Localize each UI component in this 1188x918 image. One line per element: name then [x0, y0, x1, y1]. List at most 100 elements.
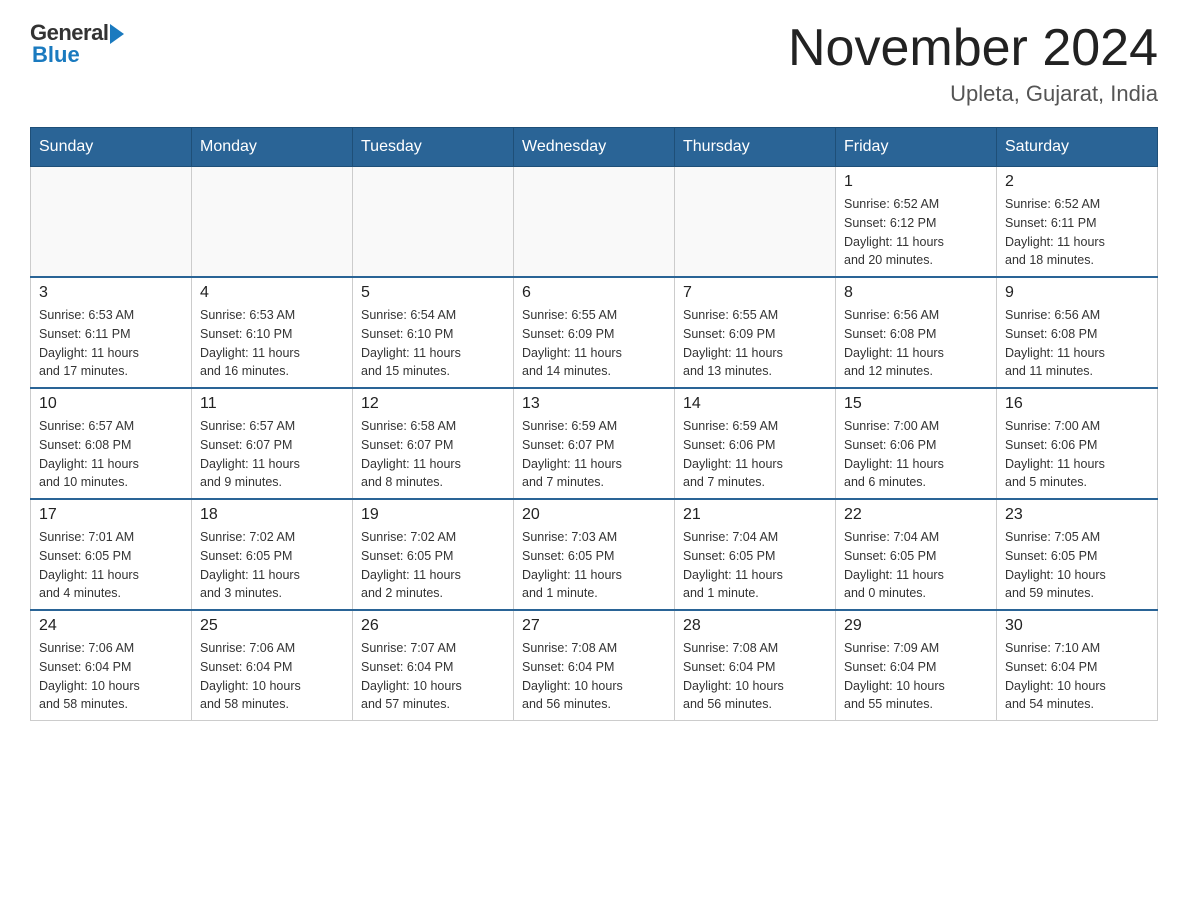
- calendar-day-cell: 1 Sunrise: 6:52 AM Sunset: 6:12 PM Daylig…: [836, 167, 997, 278]
- day-number: 17: [39, 506, 183, 524]
- calendar-day-cell: 17 Sunrise: 7:01 AM Sunset: 6:05 PM Dayli…: [31, 499, 192, 610]
- calendar-week-row: 24 Sunrise: 7:06 AM Sunset: 6:04 PM Dayli…: [31, 610, 1158, 721]
- calendar-day-cell: 29 Sunrise: 7:09 AM Sunset: 6:04 PM Dayli…: [836, 610, 997, 721]
- day-info: Sunrise: 6:53 AM Sunset: 6:11 PM Dayligh…: [39, 306, 183, 381]
- calendar-header-row: SundayMondayTuesdayWednesdayThursdayFrid…: [31, 128, 1158, 167]
- day-info: Sunrise: 6:59 AM Sunset: 6:06 PM Dayligh…: [683, 417, 827, 492]
- day-info: Sunrise: 7:06 AM Sunset: 6:04 PM Dayligh…: [39, 639, 183, 714]
- calendar-day-cell: 28Sunrise: 7:08 AM Sunset: 6:04 PM Dayli…: [675, 610, 836, 721]
- day-number: 24: [39, 617, 183, 635]
- day-number: 10: [39, 395, 183, 413]
- logo: General Blue: [30, 20, 124, 68]
- calendar-day-cell: 25 Sunrise: 7:06 AM Sunset: 6:04 PM Dayli…: [192, 610, 353, 721]
- day-info: Sunrise: 7:10 AM Sunset: 6:04 PM Dayligh…: [1005, 639, 1149, 714]
- day-info: Sunrise: 6:56 AM Sunset: 6:08 PM Dayligh…: [844, 306, 988, 381]
- calendar-day-cell: 30 Sunrise: 7:10 AM Sunset: 6:04 PM Dayli…: [997, 610, 1158, 721]
- calendar-day-cell: 10 Sunrise: 6:57 AM Sunset: 6:08 PM Dayli…: [31, 388, 192, 499]
- day-number: 5: [361, 284, 505, 302]
- day-number: 27: [522, 617, 666, 635]
- calendar-day-cell: 5Sunrise: 6:54 AM Sunset: 6:10 PM Daylig…: [353, 277, 514, 388]
- calendar-day-cell: 9 Sunrise: 6:56 AM Sunset: 6:08 PM Daylig…: [997, 277, 1158, 388]
- calendar-day-cell: 2Sunrise: 6:52 AM Sunset: 6:11 PM Daylig…: [997, 167, 1158, 278]
- calendar-day-cell: [192, 167, 353, 278]
- day-number: 6: [522, 284, 666, 302]
- day-number: 7: [683, 284, 827, 302]
- calendar-day-cell: 14 Sunrise: 6:59 AM Sunset: 6:06 PM Dayli…: [675, 388, 836, 499]
- calendar-day-cell: 3 Sunrise: 6:53 AM Sunset: 6:11 PM Daylig…: [31, 277, 192, 388]
- day-info: Sunrise: 7:04 AM Sunset: 6:05 PM Dayligh…: [683, 528, 827, 603]
- day-number: 1: [844, 173, 988, 191]
- day-number: 13: [522, 395, 666, 413]
- day-number: 20: [522, 506, 666, 524]
- calendar-day-cell: 22 Sunrise: 7:04 AM Sunset: 6:05 PM Dayli…: [836, 499, 997, 610]
- day-number: 4: [200, 284, 344, 302]
- calendar-day-cell: 8 Sunrise: 6:56 AM Sunset: 6:08 PM Daylig…: [836, 277, 997, 388]
- calendar-day-cell: 4 Sunrise: 6:53 AM Sunset: 6:10 PM Daylig…: [192, 277, 353, 388]
- logo-blue-text: Blue: [32, 42, 80, 68]
- day-number: 22: [844, 506, 988, 524]
- calendar-weekday-header: Friday: [836, 128, 997, 167]
- calendar-day-cell: 19Sunrise: 7:02 AM Sunset: 6:05 PM Dayli…: [353, 499, 514, 610]
- day-number: 25: [200, 617, 344, 635]
- calendar-day-cell: 16 Sunrise: 7:00 AM Sunset: 6:06 PM Dayli…: [997, 388, 1158, 499]
- calendar-day-cell: 20 Sunrise: 7:03 AM Sunset: 6:05 PM Dayli…: [514, 499, 675, 610]
- calendar-day-cell: 26 Sunrise: 7:07 AM Sunset: 6:04 PM Dayli…: [353, 610, 514, 721]
- day-info: Sunrise: 6:55 AM Sunset: 6:09 PM Dayligh…: [522, 306, 666, 381]
- title-area: November 2024 Upleta, Gujarat, India: [788, 20, 1158, 107]
- calendar-day-cell: 15Sunrise: 7:00 AM Sunset: 6:06 PM Dayli…: [836, 388, 997, 499]
- calendar-day-cell: 13 Sunrise: 6:59 AM Sunset: 6:07 PM Dayli…: [514, 388, 675, 499]
- calendar-day-cell: 24 Sunrise: 7:06 AM Sunset: 6:04 PM Dayli…: [31, 610, 192, 721]
- calendar-day-cell: [31, 167, 192, 278]
- day-number: 14: [683, 395, 827, 413]
- calendar-day-cell: 12Sunrise: 6:58 AM Sunset: 6:07 PM Dayli…: [353, 388, 514, 499]
- day-info: Sunrise: 7:03 AM Sunset: 6:05 PM Dayligh…: [522, 528, 666, 603]
- day-info: Sunrise: 6:53 AM Sunset: 6:10 PM Dayligh…: [200, 306, 344, 381]
- day-number: 29: [844, 617, 988, 635]
- day-info: Sunrise: 7:07 AM Sunset: 6:04 PM Dayligh…: [361, 639, 505, 714]
- day-info: Sunrise: 7:08 AM Sunset: 6:04 PM Dayligh…: [522, 639, 666, 714]
- day-number: 16: [1005, 395, 1149, 413]
- day-number: 9: [1005, 284, 1149, 302]
- day-number: 23: [1005, 506, 1149, 524]
- calendar: SundayMondayTuesdayWednesdayThursdayFrid…: [30, 127, 1158, 721]
- calendar-week-row: 3 Sunrise: 6:53 AM Sunset: 6:11 PM Daylig…: [31, 277, 1158, 388]
- day-number: 30: [1005, 617, 1149, 635]
- day-info: Sunrise: 6:56 AM Sunset: 6:08 PM Dayligh…: [1005, 306, 1149, 381]
- calendar-day-cell: [353, 167, 514, 278]
- day-number: 18: [200, 506, 344, 524]
- day-info: Sunrise: 6:57 AM Sunset: 6:07 PM Dayligh…: [200, 417, 344, 492]
- day-number: 28: [683, 617, 827, 635]
- calendar-day-cell: [514, 167, 675, 278]
- calendar-day-cell: 21 Sunrise: 7:04 AM Sunset: 6:05 PM Dayli…: [675, 499, 836, 610]
- calendar-weekday-header: Monday: [192, 128, 353, 167]
- calendar-day-cell: 18Sunrise: 7:02 AM Sunset: 6:05 PM Dayli…: [192, 499, 353, 610]
- calendar-day-cell: [675, 167, 836, 278]
- calendar-week-row: 17 Sunrise: 7:01 AM Sunset: 6:05 PM Dayli…: [31, 499, 1158, 610]
- calendar-weekday-header: Wednesday: [514, 128, 675, 167]
- header: General Blue November 2024 Upleta, Gujar…: [30, 20, 1158, 107]
- page-title: November 2024: [788, 20, 1158, 77]
- day-info: Sunrise: 7:04 AM Sunset: 6:05 PM Dayligh…: [844, 528, 988, 603]
- day-info: Sunrise: 6:58 AM Sunset: 6:07 PM Dayligh…: [361, 417, 505, 492]
- logo-arrow-icon: [110, 24, 124, 44]
- day-info: Sunrise: 6:57 AM Sunset: 6:08 PM Dayligh…: [39, 417, 183, 492]
- day-number: 21: [683, 506, 827, 524]
- day-info: Sunrise: 7:06 AM Sunset: 6:04 PM Dayligh…: [200, 639, 344, 714]
- day-info: Sunrise: 6:59 AM Sunset: 6:07 PM Dayligh…: [522, 417, 666, 492]
- day-number: 2: [1005, 173, 1149, 191]
- day-info: Sunrise: 6:55 AM Sunset: 6:09 PM Dayligh…: [683, 306, 827, 381]
- day-info: Sunrise: 7:01 AM Sunset: 6:05 PM Dayligh…: [39, 528, 183, 603]
- day-info: Sunrise: 7:00 AM Sunset: 6:06 PM Dayligh…: [844, 417, 988, 492]
- calendar-weekday-header: Thursday: [675, 128, 836, 167]
- day-number: 8: [844, 284, 988, 302]
- day-info: Sunrise: 7:09 AM Sunset: 6:04 PM Dayligh…: [844, 639, 988, 714]
- calendar-week-row: 1 Sunrise: 6:52 AM Sunset: 6:12 PM Daylig…: [31, 167, 1158, 278]
- day-number: 19: [361, 506, 505, 524]
- day-info: Sunrise: 6:52 AM Sunset: 6:12 PM Dayligh…: [844, 195, 988, 270]
- calendar-day-cell: 27 Sunrise: 7:08 AM Sunset: 6:04 PM Dayli…: [514, 610, 675, 721]
- day-info: Sunrise: 7:00 AM Sunset: 6:06 PM Dayligh…: [1005, 417, 1149, 492]
- calendar-day-cell: 23Sunrise: 7:05 AM Sunset: 6:05 PM Dayli…: [997, 499, 1158, 610]
- day-number: 3: [39, 284, 183, 302]
- day-number: 26: [361, 617, 505, 635]
- day-number: 11: [200, 395, 344, 413]
